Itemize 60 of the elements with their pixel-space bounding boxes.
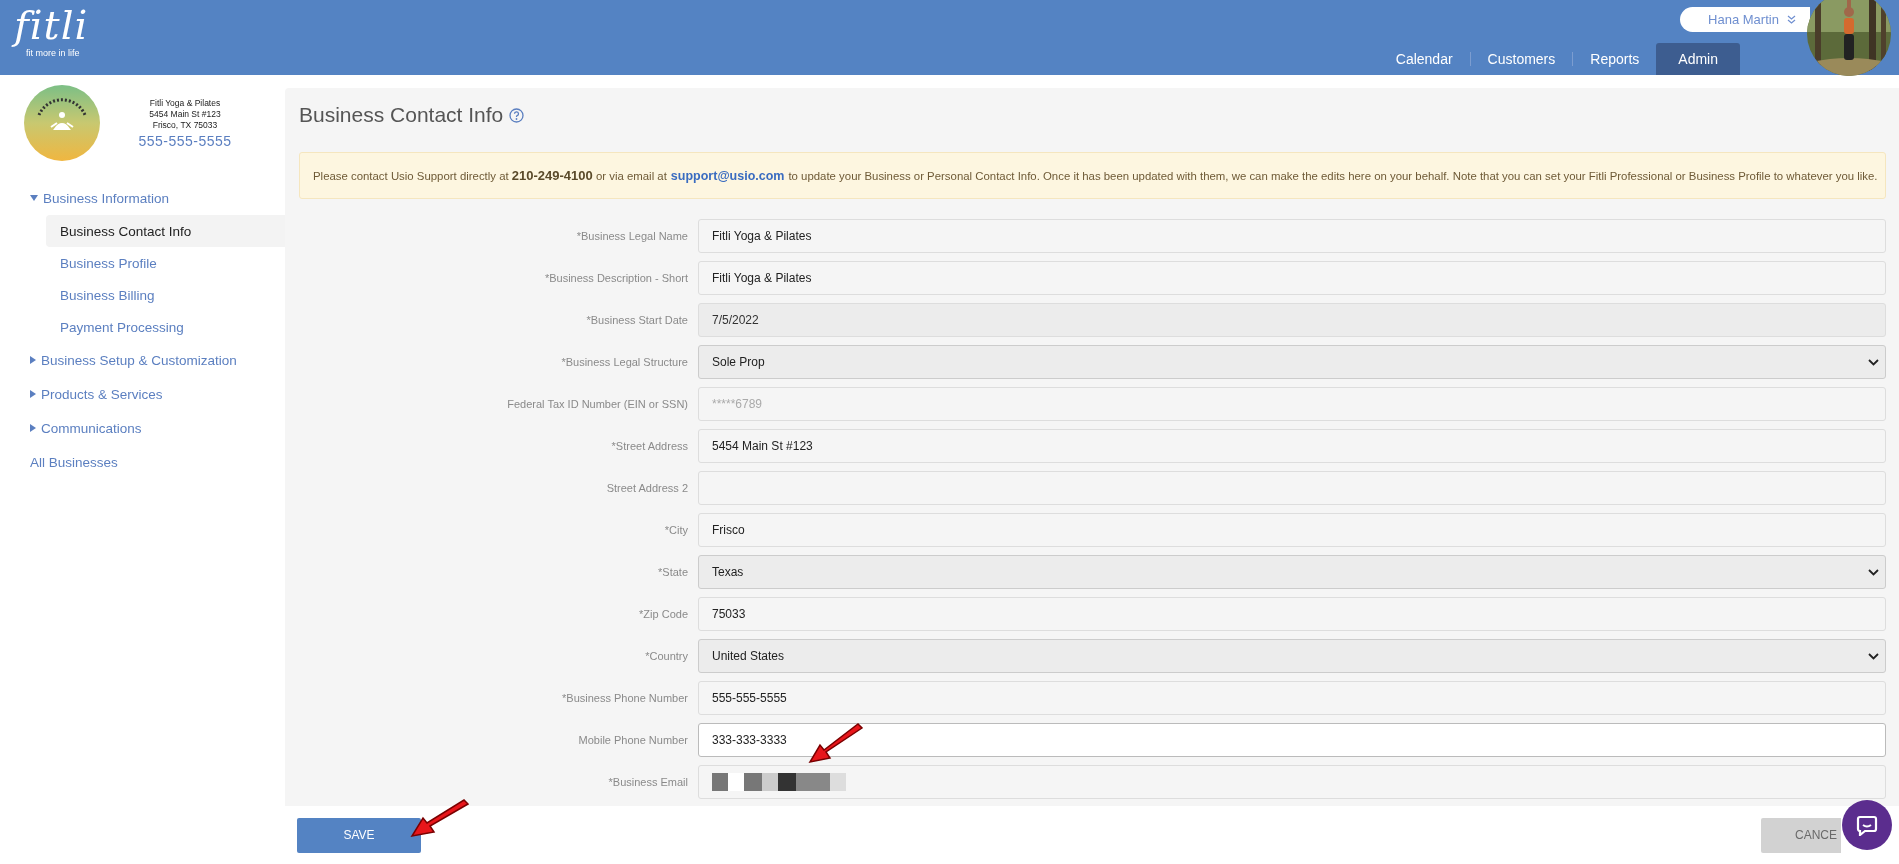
chevron-down-icon (1868, 652, 1879, 660)
sidebar-subitem[interactable]: Business Billing (46, 279, 285, 311)
field-label: *Country (644, 650, 689, 662)
field-label: Street Address 2 (605, 482, 689, 494)
sidebar-item[interactable]: All Businesses (0, 445, 285, 479)
input-field[interactable]: 5454 Main St #123 (698, 429, 1886, 463)
chat-button[interactable] (1842, 800, 1892, 850)
nav-tab[interactable]: Reports (1573, 43, 1657, 75)
field-label: *Business Phone Number (561, 692, 689, 704)
field-label: *City (663, 524, 689, 536)
sidebar-item[interactable]: Products & Services (0, 377, 285, 411)
annotation-arrow (410, 799, 470, 838)
nav-tab[interactable]: Calendar (1378, 43, 1470, 75)
sidebar-item[interactable]: Business Information (0, 181, 285, 215)
field-label: *Business Description - Short (543, 272, 689, 284)
nav-tab[interactable]: Customers (1470, 43, 1573, 75)
chat-icon (1856, 814, 1878, 836)
field-label: *Business Legal Structure (560, 356, 689, 368)
sidebar-subitem[interactable]: Business Profile (46, 247, 285, 279)
sidebar-subitem[interactable]: Payment Processing (46, 311, 285, 343)
nav-tab[interactable]: Admin (1656, 43, 1740, 75)
tagline: fit more in life (25, 48, 81, 58)
input-field[interactable]: *****6789 (698, 387, 1886, 421)
input-field[interactable]: Fitli Yoga & Pilates (698, 219, 1886, 253)
save-button[interactable]: SAVE (297, 817, 421, 853)
input-field[interactable] (698, 471, 1886, 505)
input-field[interactable]: Frisco (698, 513, 1886, 547)
notice-message: Please contact Usio Support directly at 210-249-4100 or via email at support@usio.com to update your Business or Personal Contact Info. Once it has been updated with them, we can make the edits here on your behalf. Note that you can set your Fitli Professional or Business Profile to whatever you like. (299, 152, 1886, 199)
input-field[interactable]: 555-555-5555 (698, 681, 1886, 715)
field-label: *State (657, 566, 689, 578)
input-field[interactable]: 333-333-3333 (698, 723, 1886, 757)
chevron-down-icon (1868, 358, 1879, 366)
help-icon[interactable] (509, 107, 525, 123)
annotation-arrow (808, 723, 864, 764)
input-field[interactable]: 75033 (698, 597, 1886, 631)
select-field[interactable]: Texas (698, 555, 1886, 589)
chevron-down-icon (1868, 568, 1879, 576)
chevron-down-icon (1786, 15, 1796, 24)
field-label: *Business Start Date (585, 314, 689, 326)
select-field[interactable]: United States (698, 639, 1886, 673)
field-label: *Street Address (610, 440, 689, 452)
sidebar-subitem[interactable]: Business Contact Info (46, 215, 285, 247)
input-field[interactable] (698, 765, 1886, 799)
sidebar-item[interactable]: Communications (0, 411, 285, 445)
field-label: *Zip Code (638, 608, 689, 620)
input-field[interactable]: Fitli Yoga & Pilates (698, 261, 1886, 295)
cancel-button[interactable]: CANCE (1761, 817, 1841, 853)
user-menu-button[interactable]: Hana Martin (1680, 7, 1810, 32)
business-address-line: Frisco, TX 75033 (152, 119, 218, 131)
field-label: Mobile Phone Number (577, 734, 689, 746)
business-address-line: 5454 Main St #123 (149, 108, 221, 120)
field-label: *Business Email (607, 776, 689, 788)
business-phone: 555-555-5555 (138, 132, 232, 149)
field-label: *Business Legal Name (575, 230, 689, 242)
email-link[interactable]: support@usio.com (670, 168, 785, 183)
page-title: Business Contact Info (299, 103, 504, 127)
business-address-line: Fitli Yoga & Pilates (149, 97, 221, 109)
select-field[interactable]: Sole Prop (698, 345, 1886, 379)
field-label: Federal Tax ID Number (EIN or SSN) (506, 398, 689, 410)
sidebar-item[interactable]: Business Setup & Customization (0, 343, 285, 377)
